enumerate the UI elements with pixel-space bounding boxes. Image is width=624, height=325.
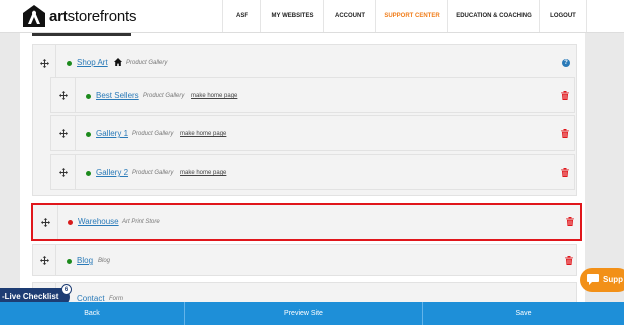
page-row-blog: Blog Blog <box>32 244 577 276</box>
drag-handle[interactable] <box>33 45 56 81</box>
logo-icon <box>23 5 45 27</box>
section-underline <box>32 33 131 36</box>
logo-text: artstorefronts <box>49 7 137 25</box>
status-dot-published <box>86 94 91 99</box>
page-type: Product Gallery <box>143 93 185 99</box>
back-button[interactable]: Back <box>0 302 185 325</box>
drag-handle[interactable] <box>51 155 76 189</box>
status-dot-published <box>67 259 72 264</box>
checklist-count-badge: 6 <box>61 284 72 295</box>
drag-handle[interactable] <box>51 78 76 112</box>
page-row-best-sellers: Best Sellers Product Gallery make home p… <box>50 77 575 113</box>
nav-asf[interactable]: ASF <box>222 0 261 32</box>
save-button[interactable]: Save <box>423 302 624 325</box>
page-type: Art Print Store <box>122 219 160 225</box>
status-dot-published <box>67 61 72 66</box>
trash-icon[interactable] <box>561 129 569 138</box>
page-link-gallery-2[interactable]: Gallery 2 <box>96 168 128 177</box>
page-row-gallery-1: Gallery 1 Product Gallery make home page <box>50 115 575 151</box>
page-row-warehouse: Warehouse Art Print Store <box>31 203 582 241</box>
page-type: Product Gallery <box>132 131 174 137</box>
move-icon <box>58 90 68 100</box>
trash-icon[interactable] <box>565 256 573 265</box>
top-header: artstorefronts ASF MY WEBSITES ACCOUNT S… <box>0 0 624 33</box>
move-icon <box>58 167 68 177</box>
page-row-gallery-2: Gallery 2 Product Gallery make home page <box>50 154 575 190</box>
move-icon <box>39 58 49 68</box>
chat-icon <box>587 274 599 285</box>
nav-logout[interactable]: LOGOUT <box>539 0 587 32</box>
move-icon <box>58 128 68 138</box>
make-home-page-link[interactable]: make home page <box>180 170 226 176</box>
page-type: Blog <box>98 258 111 264</box>
support-label: Supp <box>603 275 623 284</box>
page-type: Product Gallery <box>132 170 174 176</box>
trash-icon[interactable] <box>561 91 569 100</box>
move-icon <box>40 217 50 227</box>
page-link-gallery-1[interactable]: Gallery 1 <box>96 129 128 138</box>
footer-bar: Back Preview Site Save <box>0 302 624 325</box>
make-home-page-link[interactable]: make home page <box>180 131 226 137</box>
page-link-shop-art[interactable]: Shop Art <box>77 58 108 67</box>
nav-education-coaching[interactable]: EDUCATION & COACHING <box>447 0 540 32</box>
home-icon <box>114 58 122 66</box>
nav-my-websites[interactable]: MY WEBSITES <box>260 0 324 32</box>
preview-site-button[interactable]: Preview Site <box>185 302 423 325</box>
nav-support-center[interactable]: SUPPORT CENTER <box>375 0 448 32</box>
drag-handle[interactable] <box>33 205 58 239</box>
move-icon <box>39 255 49 265</box>
status-dot-published <box>86 171 91 176</box>
help-icon[interactable]: ? <box>562 59 570 67</box>
support-chat-button[interactable]: Supp <box>580 268 624 292</box>
nav-account[interactable]: ACCOUNT <box>323 0 376 32</box>
trash-icon[interactable] <box>566 217 574 226</box>
logo[interactable]: artstorefronts <box>22 4 136 28</box>
drag-handle[interactable] <box>33 245 56 275</box>
drag-handle[interactable] <box>51 116 76 150</box>
make-home-page-link[interactable]: make home page <box>191 93 237 99</box>
status-dot-published <box>86 132 91 137</box>
page-link-blog[interactable]: Blog <box>77 256 93 265</box>
page-type: Product Gallery <box>126 60 168 66</box>
status-dot-unpublished <box>68 220 73 225</box>
page-link-best-sellers[interactable]: Best Sellers <box>96 91 139 100</box>
page-link-warehouse[interactable]: Warehouse <box>78 217 119 226</box>
trash-icon[interactable] <box>561 168 569 177</box>
